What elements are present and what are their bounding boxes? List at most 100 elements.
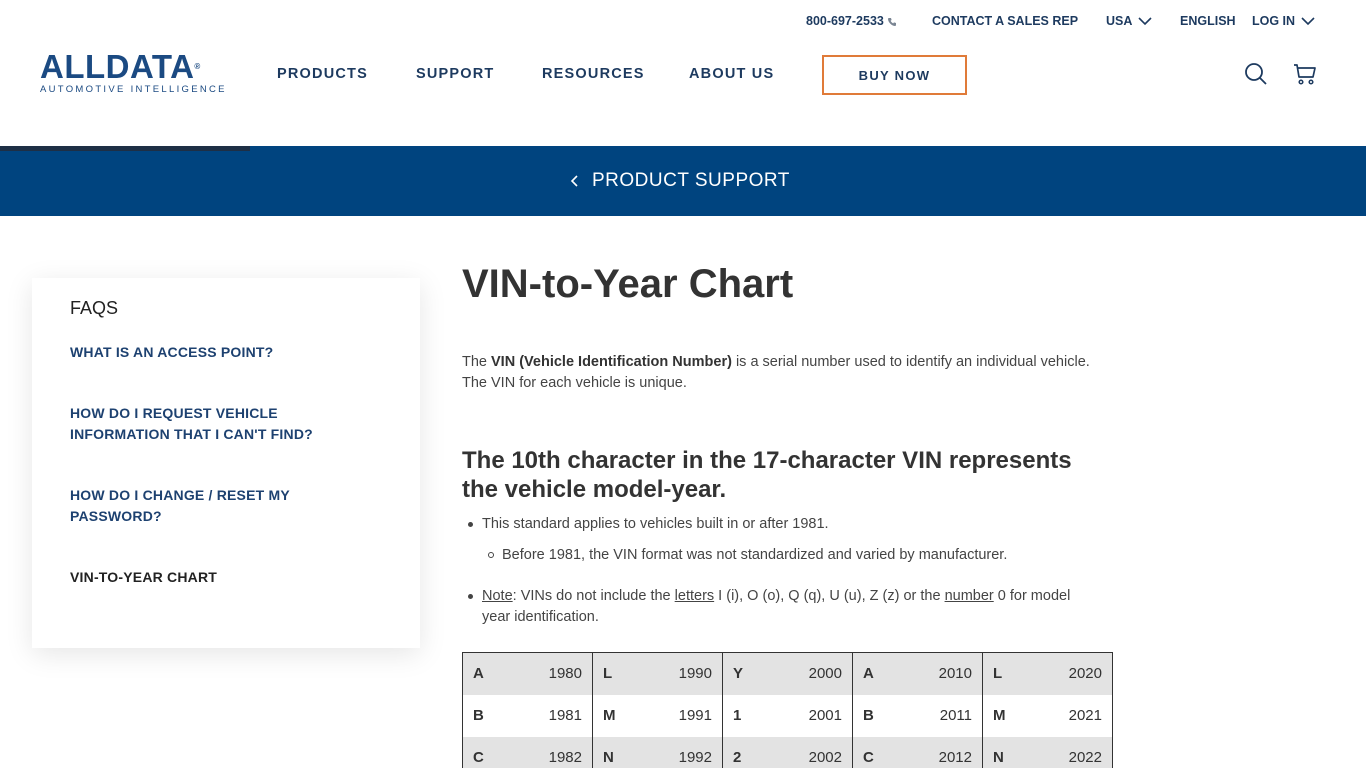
logo-wordmark: ALLDATA® [40,50,240,83]
vin-code: M [603,707,616,724]
model-year: 1982 [548,749,582,766]
faq-sidebar: FAQS WHAT IS AN ACCESS POINT? HOW DO I R… [32,278,420,648]
table-cell: M 2021 [982,694,1113,737]
model-year: 2001 [808,707,842,724]
sidebar-title: FAQS [70,298,119,318]
faq-link-vin-to-year[interactable]: VIN-TO-YEAR CHART [70,567,370,588]
model-year: 1980 [548,665,582,683]
model-year: 2000 [808,665,842,683]
model-year: 1990 [678,665,712,683]
table-row: C 1982 N 1992 2 2002 C 2012 N 2022 [462,736,1113,768]
vin-year-pair: M 1991 [603,707,712,724]
logo-tagline: AUTOMOTIVE INTELLIGENCE [40,84,227,95]
table-cell: L 2020 [982,652,1113,695]
table-cell: B 2011 [852,694,983,737]
vin-code: Y [733,665,744,683]
bullet-icon [468,594,473,599]
nav-resources[interactable]: RESOURCES [542,66,645,82]
nav-support[interactable]: SUPPORT [416,66,495,82]
section-banner: PRODUCT SUPPORT [0,146,1366,216]
breadcrumb-product-support[interactable]: PRODUCT SUPPORT [570,170,790,192]
hollow-bullet-icon [488,552,494,558]
country-label: USA [1106,14,1133,28]
buy-now-button[interactable]: BUY NOW [822,55,967,95]
model-year: 1991 [678,707,712,724]
note-text-3: 0 for model [993,588,1071,604]
number-link[interactable]: number [945,588,994,604]
table-cell: 2 2002 [722,736,853,768]
vin-year-pair: C 1982 [473,749,582,766]
vin-year-table: A 1980 L 1990 Y 2000 A 2010 L 2020 B 1981 M 1991 1 2001… [462,652,1113,768]
vin-year-pair: A 2010 [863,665,972,682]
vin-code: C [473,749,484,766]
country-selector[interactable]: USA [1106,14,1152,28]
bullet-icon [468,522,473,527]
vin-year-pair: B 1981 [473,707,582,724]
alldata-logo[interactable]: ALLDATA® AUTOMOTIVE INTELLIGENCE [40,50,240,95]
vin-year-pair: B 2011 [863,707,972,724]
vin-code: A [473,665,484,683]
vin-year-pair: N 1992 [603,749,712,766]
table-cell: N 2022 [982,736,1113,768]
table-cell: A 1980 [462,652,593,695]
bullet-text: This standard applies to vehicles built … [482,516,829,532]
table-cell: B 1981 [462,694,593,737]
model-year: 2021 [1068,707,1102,724]
list-item: This standard applies to vehicles built … [468,514,829,535]
vin-code: M [993,707,1006,724]
model-year: 2002 [808,749,842,766]
language-link[interactable]: ENGLISH [1180,14,1236,28]
vin-code: 2 [733,749,742,766]
chevron-down-icon [1301,17,1315,26]
vin-year-pair: C 2012 [863,749,972,766]
login-menu[interactable]: LOG IN [1252,14,1315,28]
vin-year-pair: A 1980 [473,665,582,682]
vin-code: C [863,749,874,766]
section-heading: The 10th character in the 17-character V… [462,447,1072,503]
note-continuation: year identification. [482,609,599,625]
vin-year-pair: L 1990 [603,665,712,682]
table-cell: C 2012 [852,736,983,768]
vin-year-pair: 2 2002 [733,749,842,766]
nav-products[interactable]: PRODUCTS [277,66,368,82]
note-text-1: : VINs do not include the [512,588,675,604]
vin-year-pair: 1 2001 [733,707,842,724]
cart-icon[interactable] [1293,62,1317,91]
chevron-down-icon [1138,17,1152,26]
model-year: 2012 [938,749,972,766]
vin-code: A [863,665,874,683]
vin-code: B [863,707,874,724]
faq-link-access-point[interactable]: WHAT IS AN ACCESS POINT? [70,342,370,363]
vin-year-pair: L 2020 [993,665,1102,682]
note-text-2: I (i), O (o), Q (q), U (u), Z (z) or the [714,588,945,604]
intro-paragraph: The VIN (Vehicle Identification Number) … [462,352,1112,394]
chevron-left-icon [570,175,578,187]
contact-sales-link[interactable]: CONTACT A SALES REP [932,14,1078,28]
intro-text-bold: VIN (Vehicle Identification Number) [491,354,732,370]
search-icon[interactable] [1244,62,1268,91]
phone-icon [887,17,896,26]
registered-mark: ® [194,62,201,71]
site-header: 800-697-2533 CONTACT A SALES REP USA ENG… [0,0,1366,146]
login-label: LOG IN [1252,14,1296,28]
letters-link[interactable]: letters [675,588,715,604]
vin-year-pair: Y 2000 [733,665,842,682]
model-year: 2022 [1068,749,1102,766]
table-cell: Y 2000 [722,652,853,695]
table-cell: N 1992 [592,736,723,768]
faq-link-request-info[interactable]: HOW DO I REQUEST VEHICLE INFORMATION THA… [70,403,340,445]
vin-year-pair: N 2022 [993,749,1102,766]
sub-bullet-text: Before 1981, the VIN format was not stan… [502,547,1008,563]
vin-code: L [603,665,613,683]
note-item: Note: VINs do not include the letters I … [468,586,1071,607]
table-row: B 1981 M 1991 1 2001 B 2011 M 2021 [462,694,1113,737]
vin-code: L [993,665,1003,683]
vin-code: 1 [733,707,742,724]
faq-link-reset-password[interactable]: HOW DO I CHANGE / RESET MY PASSWORD? [70,485,320,527]
sub-list-item: Before 1981, the VIN format was not stan… [488,545,1008,566]
nav-about-us[interactable]: ABOUT US [689,66,774,82]
table-cell: A 2010 [852,652,983,695]
model-year: 2020 [1068,665,1102,683]
vin-code: B [473,707,484,724]
phone-link[interactable]: 800-697-2533 [806,14,897,28]
